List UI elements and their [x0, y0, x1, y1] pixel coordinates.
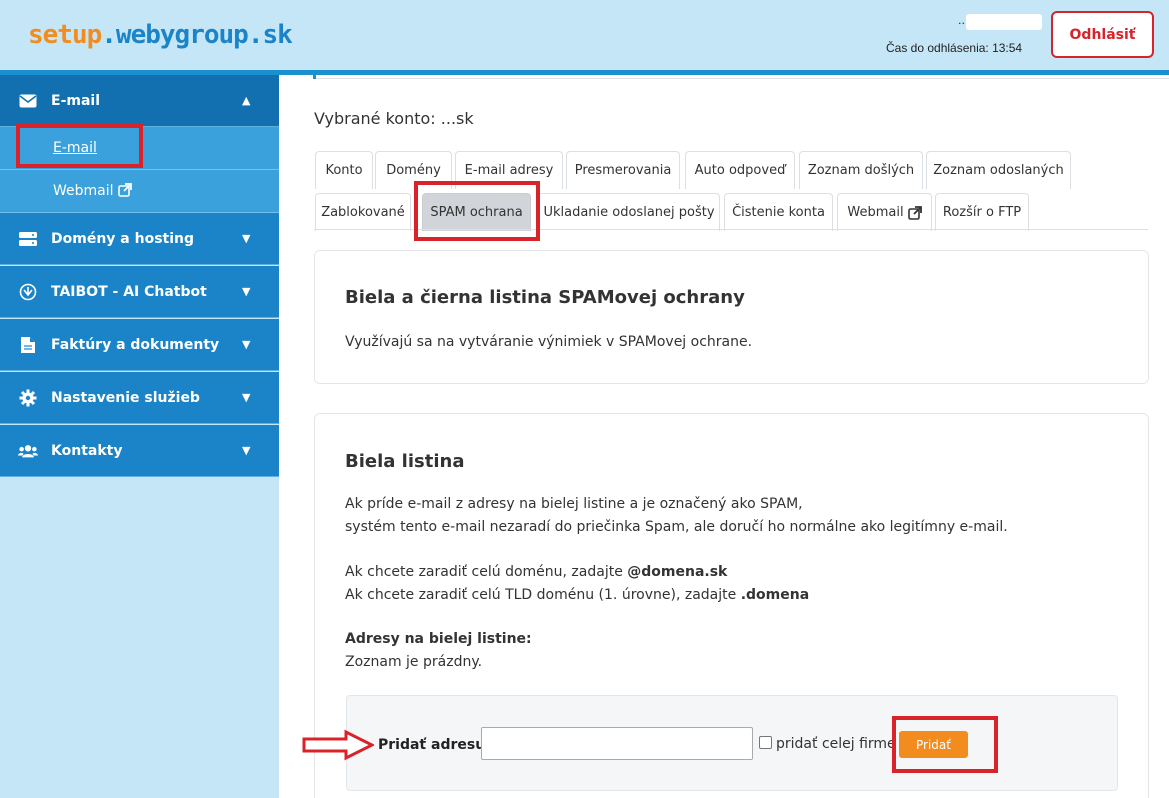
- sidebar-item-label: E-mail: [51, 92, 101, 109]
- whole-company-label: pridať celej firme: [776, 736, 896, 752]
- selected-account: Vybrané konto: ...sk: [314, 109, 474, 128]
- add-address-input[interactable]: [481, 727, 753, 760]
- tab-cistenie-konta[interactable]: Čistenie konta: [724, 193, 833, 231]
- webmail-label: Webmail: [53, 183, 114, 199]
- logout-button[interactable]: Odhlásiť: [1051, 11, 1154, 58]
- chevron-down-icon: ▼: [242, 285, 251, 298]
- sidebar-subitem-label: E-mail: [53, 140, 97, 156]
- chatbot-icon: [18, 283, 38, 301]
- sidebar-item-label: Nastavenie služieb: [51, 389, 200, 406]
- external-link-icon: [117, 183, 132, 197]
- external-link-icon: [907, 205, 922, 220]
- empty-list-text: Zoznam je prázdny.: [345, 654, 483, 670]
- spam-card-title: Biela a čierna listina SPAMovej ochrany: [345, 287, 745, 308]
- spam-protection-card: Biela a čierna listina SPAMovej ochrany …: [314, 250, 1149, 384]
- domain-hint-example: @domena.sk: [627, 564, 728, 580]
- main-content: Vybrané konto: ...sk Konto Domény E-mail…: [279, 75, 1169, 798]
- document-icon: [18, 336, 38, 354]
- logo[interactable]: setup.webygroup.sk: [28, 20, 293, 50]
- tab-zoznam-odoslanych[interactable]: Zoznam odoslaných: [926, 151, 1071, 189]
- add-address-panel: Pridať adresu: pridať celej firme Pridať: [346, 695, 1118, 791]
- whitelist-description: Ak príde e-mail z adresy na bielej listi…: [345, 493, 1008, 539]
- add-address-label: Pridať adresu:: [378, 737, 491, 753]
- logo-part-domain: .webygroup.sk: [101, 20, 292, 50]
- app-header: setup.webygroup.sk ... Čas do odhlásenia…: [0, 0, 1169, 70]
- sidebar-item-label: Faktúry a dokumenty: [51, 336, 220, 353]
- server-icon: [18, 230, 38, 248]
- whitelist-addresses: Adresy na bielej listine: Zoznam je práz…: [345, 628, 532, 674]
- add-address-button[interactable]: Pridať: [899, 731, 968, 758]
- whitelist-card: Biela listina Ak príde e-mail z adresy n…: [314, 413, 1149, 798]
- tab-presmerovania[interactable]: Presmerovania: [566, 151, 680, 189]
- tab-email-adresy[interactable]: E-mail adresy: [455, 151, 563, 189]
- tab-webmail[interactable]: Webmail: [837, 193, 932, 231]
- whitelist-domain-hint: Ak chcete zaradiť celú doménu, zadajte @…: [345, 561, 809, 607]
- sidebar-item-settings[interactable]: Nastavenie služieb ▼: [0, 372, 279, 424]
- whitelist-line-1: Ak príde e-mail z adresy na bielej listi…: [345, 496, 803, 512]
- envelope-icon: [18, 92, 38, 110]
- tld-hint-prefix: Ak chcete zaradiť celú TLD doménu (1. úr…: [345, 587, 741, 603]
- whitelist-line-2: systém tento e-mail nezaradí do priečink…: [345, 519, 1008, 535]
- tab-ukladanie-odoslanej-posty[interactable]: Ukladanie odoslanej pošty: [538, 193, 720, 231]
- chevron-down-icon: ▼: [242, 338, 251, 351]
- sidebar-item-label: Kontakty: [51, 442, 123, 459]
- tab-rozsir-o-ftp[interactable]: Rozšír o FTP: [935, 193, 1029, 231]
- whitelist-title: Biela listina: [345, 451, 465, 472]
- tab-domeny[interactable]: Domény: [375, 151, 452, 189]
- tab-konto[interactable]: Konto: [315, 151, 373, 189]
- whole-company-checkbox[interactable]: [759, 736, 772, 749]
- chevron-up-icon: ▲: [242, 94, 251, 107]
- sidebar: E-mail ▲ E-mail Webmail Domény a hosting…: [0, 75, 279, 798]
- tab-auto-odpoved[interactable]: Auto odpoveď: [685, 151, 795, 189]
- chevron-down-icon: ▼: [242, 232, 251, 245]
- users-icon: [18, 442, 38, 460]
- tab-webmail-label: Webmail: [847, 205, 904, 220]
- sidebar-item-domains[interactable]: Domény a hosting ▼: [0, 213, 279, 265]
- sidebar-item-taibot[interactable]: TAIBOT - AI Chatbot ▼: [0, 266, 279, 318]
- tld-hint-example: .domena: [740, 587, 810, 603]
- domain-hint-prefix: Ak chcete zaradiť celú doménu, zadajte: [345, 564, 628, 580]
- tabs-divider: [314, 229, 1148, 230]
- sidebar-item-email[interactable]: E-mail ▲: [0, 75, 279, 127]
- tab-spam-ochrana[interactable]: SPAM ochrana: [422, 193, 531, 231]
- logo-part-setup: setup: [28, 20, 102, 50]
- top-panel-edge: [313, 75, 1169, 79]
- sidebar-subitem-email[interactable]: E-mail: [0, 127, 279, 170]
- sidebar-item-invoices[interactable]: Faktúry a dokumenty ▼: [0, 319, 279, 371]
- sidebar-subitem-label: Webmail: [53, 183, 132, 199]
- sidebar-subitem-webmail[interactable]: Webmail: [0, 170, 279, 213]
- chevron-down-icon: ▼: [242, 391, 251, 404]
- user-name-redacted: ...: [958, 14, 1042, 30]
- selected-account-value: ...sk: [440, 109, 474, 128]
- sidebar-item-contacts[interactable]: Kontakty ▼: [0, 425, 279, 477]
- arrow-right-icon: [302, 729, 374, 761]
- chevron-down-icon: ▼: [242, 444, 251, 457]
- gear-icon: [18, 389, 38, 407]
- spam-card-text: Využívajú sa na vytváranie výnimiek v SP…: [345, 334, 753, 350]
- tab-zoznam-doslych[interactable]: Zoznam došlých: [799, 151, 923, 189]
- logout-timer: Čas do odhlásenia: 13:54: [886, 41, 1023, 55]
- sidebar-item-label: Domény a hosting: [51, 230, 195, 247]
- sidebar-item-label: TAIBOT - AI Chatbot: [51, 283, 207, 300]
- tab-zablokovane[interactable]: Zablokované: [315, 193, 411, 231]
- selected-account-label: Vybrané konto:: [314, 109, 436, 128]
- redaction-mask: [966, 14, 1042, 30]
- addresses-label: Adresy na bielej listine:: [345, 631, 532, 647]
